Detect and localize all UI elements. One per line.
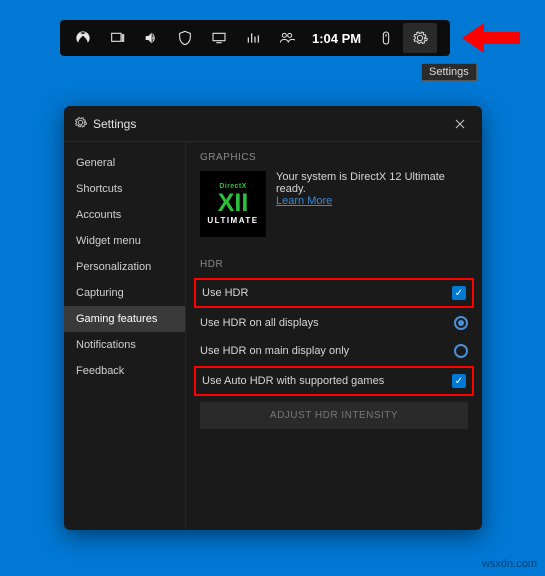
use-hdr-main-label: Use HDR on main display only — [200, 345, 454, 357]
use-hdr-label: Use HDR — [202, 287, 452, 299]
mouse-icon[interactable] — [369, 23, 403, 53]
sidebar-item-accounts[interactable]: Accounts — [64, 202, 185, 228]
use-hdr-main-row[interactable]: Use HDR on main display only — [194, 338, 474, 364]
sidebar-item-widget-menu[interactable]: Widget menu — [64, 228, 185, 254]
settings-panel: Settings General Shortcuts Accounts Widg… — [64, 106, 482, 530]
sidebar-item-general[interactable]: General — [64, 150, 185, 176]
settings-icon[interactable] — [403, 23, 437, 53]
sidebar-item-feedback[interactable]: Feedback — [64, 358, 185, 384]
sidebar-item-notifications[interactable]: Notifications — [64, 332, 185, 358]
sidebar-item-gaming-features[interactable]: Gaming features — [64, 306, 185, 332]
adjust-hdr-button[interactable]: ADJUST HDR INTENSITY — [200, 402, 468, 429]
display-icon[interactable] — [202, 23, 236, 53]
game-bar: 1:04 PM — [60, 20, 450, 56]
callout-arrow — [460, 26, 520, 50]
sidebar-item-capturing[interactable]: Capturing — [64, 280, 185, 306]
close-button[interactable] — [448, 112, 472, 136]
use-hdr-all-row[interactable]: Use HDR on all displays — [194, 310, 474, 336]
learn-more-link[interactable]: Learn More — [276, 195, 332, 207]
sidebar-item-shortcuts[interactable]: Shortcuts — [64, 176, 185, 202]
use-hdr-all-label: Use HDR on all displays — [200, 317, 454, 329]
use-hdr-checkbox[interactable]: ✓ — [452, 286, 466, 300]
use-hdr-main-radio[interactable] — [454, 344, 468, 358]
directx-badge-mid: XII — [218, 192, 249, 214]
use-auto-hdr-label: Use Auto HDR with supported games — [202, 375, 452, 387]
use-hdr-all-radio[interactable] — [454, 316, 468, 330]
settings-tooltip: Settings — [421, 63, 477, 81]
use-hdr-row[interactable]: Use HDR ✓ — [194, 278, 474, 308]
performance-icon[interactable] — [236, 23, 270, 53]
pin-icon[interactable] — [100, 23, 134, 53]
group-icon[interactable] — [270, 23, 304, 53]
audio-icon[interactable] — [134, 23, 168, 53]
hdr-section-label: HDR — [200, 259, 468, 270]
settings-sidebar: General Shortcuts Accounts Widget menu P… — [64, 142, 186, 530]
graphics-section-label: GRAPHICS — [200, 152, 468, 163]
watermark-text: wsxdn.com — [482, 558, 537, 570]
gear-icon — [74, 116, 87, 132]
use-auto-hdr-row[interactable]: Use Auto HDR with supported games ✓ — [194, 366, 474, 396]
use-auto-hdr-checkbox[interactable]: ✓ — [452, 374, 466, 388]
xbox-icon[interactable] — [66, 23, 100, 53]
directx-badge-bot: ULTIMATE — [207, 216, 258, 225]
directx-status-text: Your system is DirectX 12 Ultimate ready… — [276, 171, 468, 195]
shield-icon[interactable] — [168, 23, 202, 53]
graphics-card: DirectX XII ULTIMATE Your system is Dire… — [200, 171, 468, 237]
clock-text: 1:04 PM — [304, 31, 369, 46]
directx-badge: DirectX XII ULTIMATE — [200, 171, 266, 237]
panel-header: Settings — [64, 106, 482, 142]
panel-title: Settings — [93, 117, 136, 131]
settings-content: GRAPHICS DirectX XII ULTIMATE Your syste… — [186, 142, 482, 530]
sidebar-item-personalization[interactable]: Personalization — [64, 254, 185, 280]
